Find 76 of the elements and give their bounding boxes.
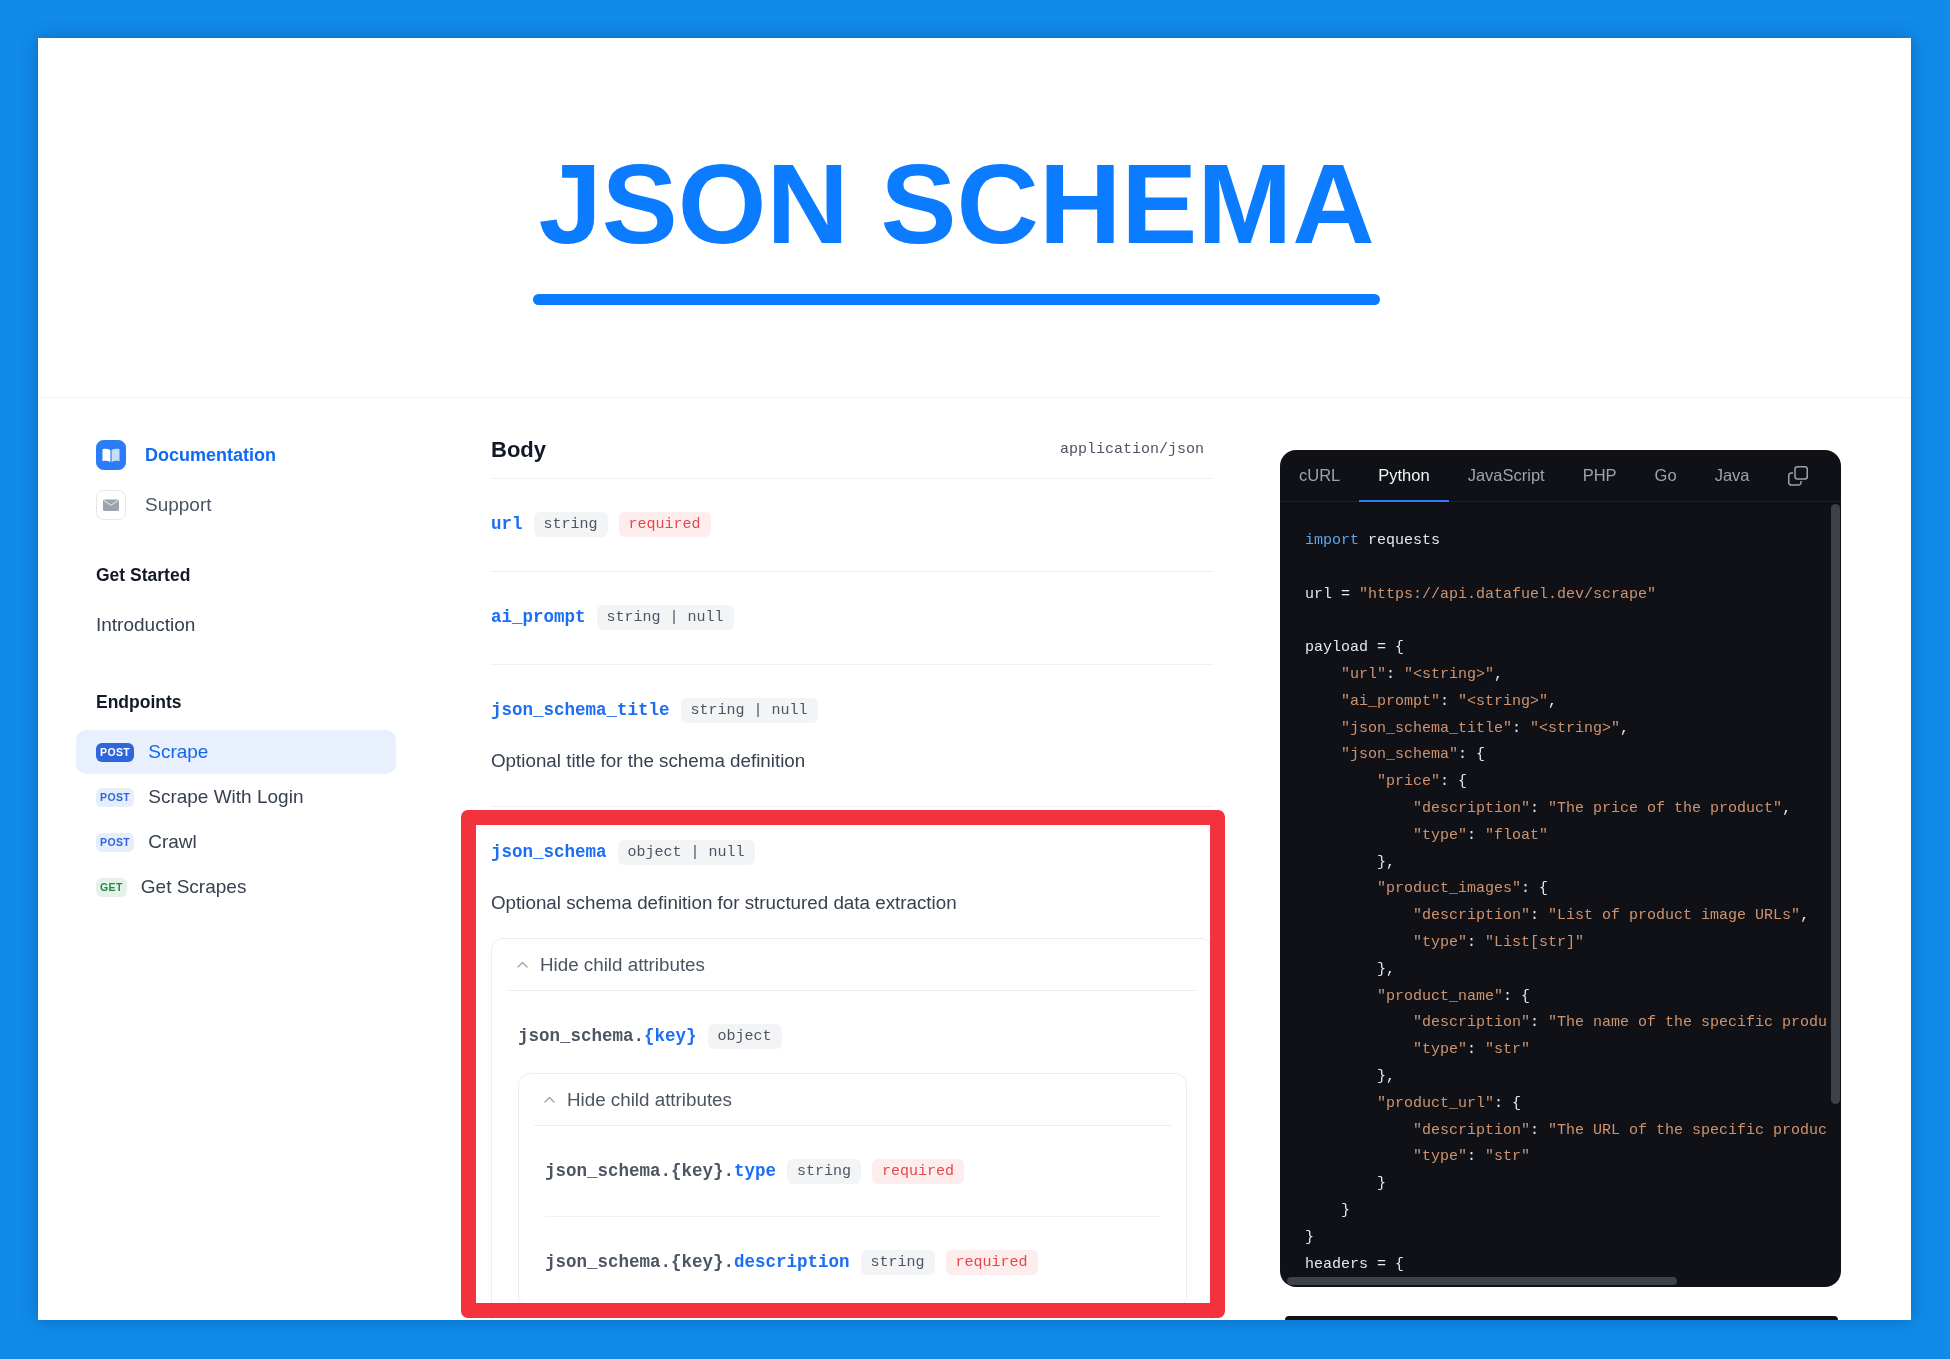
- section-heading: Get Started: [96, 564, 192, 587]
- type-badge: object | null: [617, 839, 755, 865]
- nav-link[interactable]: Support: [96, 490, 212, 520]
- field-description: Optional schema definition for structured data extraction: [491, 891, 958, 915]
- code-line: "product_url": {: [1376, 1093, 1522, 1114]
- language-tab[interactable]: cURL: [1280, 450, 1360, 502]
- toggle-button[interactable]: Hide child attributes: [507, 939, 1197, 991]
- chevron-up-icon: [517, 961, 528, 968]
- code-line: headers = {: [1305, 1254, 1405, 1275]
- language-tab[interactable]: PHP: [1563, 450, 1636, 502]
- code-line: "json_schema_title": "<string>",: [1340, 718, 1630, 739]
- method-tag: POST: [96, 787, 135, 807]
- method-tag: GET: [96, 877, 127, 897]
- field-name: json_schema_title: [491, 699, 670, 722]
- code-line: url = "https://api.datafuel.dev/scrape": [1305, 584, 1657, 605]
- code-line: "type": "List[str]": [1412, 932, 1585, 953]
- code-line: import requests: [1305, 531, 1441, 551]
- chevron-up-icon: [544, 1096, 555, 1103]
- code-line: },: [1376, 959, 1395, 980]
- code-line: "url": "<string>",: [1340, 665, 1504, 685]
- code-line: },: [1376, 1066, 1395, 1087]
- vertical-scrollbar[interactable]: [1831, 504, 1840, 1104]
- field-name: json_schema.{key}: [518, 1025, 697, 1048]
- field-name: json_schema: [491, 841, 607, 864]
- field-name: url: [491, 513, 523, 536]
- nav-item[interactable]: POST Scrape: [76, 730, 396, 774]
- copy-icon[interactable]: [1788, 465, 1808, 486]
- code-line: }: [1305, 1227, 1314, 1248]
- code-line: "product_images": {: [1376, 879, 1549, 900]
- type-badge: string | null: [596, 604, 734, 630]
- mail-icon: [96, 490, 126, 520]
- field-name: json_schema.{key}.type: [545, 1160, 777, 1183]
- code-line: }: [1340, 1200, 1350, 1221]
- code-line: "description": "The name of the specific produ: [1412, 1013, 1828, 1034]
- book-icon: [96, 440, 126, 470]
- nav-item[interactable]: Introduction: [76, 603, 396, 647]
- language-tab[interactable]: Go: [1635, 450, 1696, 502]
- method-tag: POST: [96, 832, 135, 852]
- code-line: }: [1376, 1174, 1386, 1195]
- language-tab[interactable]: JavaScript: [1448, 450, 1564, 502]
- required-badge: required: [945, 1249, 1038, 1275]
- field-description: Optional title for the schema definition: [491, 749, 807, 773]
- code-line: "type": "str": [1412, 1040, 1531, 1061]
- field-name: ai_prompt: [491, 606, 586, 629]
- type-badge: string | null: [680, 697, 818, 723]
- code-line: "description": "List of product image URLs",: [1412, 906, 1810, 927]
- code-line: "product_name": {: [1376, 986, 1531, 1007]
- nav-item[interactable]: GET Get Scrapes: [76, 865, 396, 909]
- required-badge: required: [618, 511, 711, 537]
- code-line: "ai_prompt": "<string>",: [1340, 691, 1558, 712]
- page-title: JSON SCHEMA: [538, 147, 1375, 261]
- code-line: },: [1376, 852, 1395, 873]
- required-badge: required: [872, 1158, 965, 1184]
- section-title: Body: [491, 435, 546, 464]
- language-tab[interactable]: Python: [1359, 450, 1449, 502]
- toggle-button[interactable]: Hide child attributes: [534, 1074, 1171, 1126]
- section-heading: Endpoints: [96, 691, 183, 714]
- horizontal-scrollbar[interactable]: [1287, 1277, 1677, 1285]
- code-line: "json_schema": {: [1340, 745, 1486, 766]
- code-line: "description": "The price of the product",: [1412, 798, 1792, 819]
- code-line: "type": "float": [1412, 825, 1549, 846]
- code-line: "type": "str": [1412, 1147, 1531, 1168]
- type-badge: string: [533, 511, 608, 537]
- nav-item[interactable]: POST Scrape With Login: [76, 775, 396, 819]
- code-line: "description": "The URL of the specific produc: [1412, 1120, 1828, 1141]
- code-line: "price": {: [1376, 772, 1468, 793]
- code-line: payload = {: [1305, 638, 1405, 659]
- method-tag: POST: [96, 742, 135, 762]
- type-badge: string: [787, 1158, 862, 1184]
- nav-item[interactable]: POST Crawl: [76, 820, 396, 864]
- nav-link[interactable]: Documentation: [96, 440, 276, 470]
- field-name: json_schema.{key}.description: [545, 1251, 850, 1274]
- type-badge: string: [860, 1249, 935, 1275]
- type-badge: object: [707, 1023, 782, 1049]
- language-tab[interactable]: Java: [1695, 450, 1769, 502]
- content-type-label: application/json: [1059, 439, 1204, 460]
